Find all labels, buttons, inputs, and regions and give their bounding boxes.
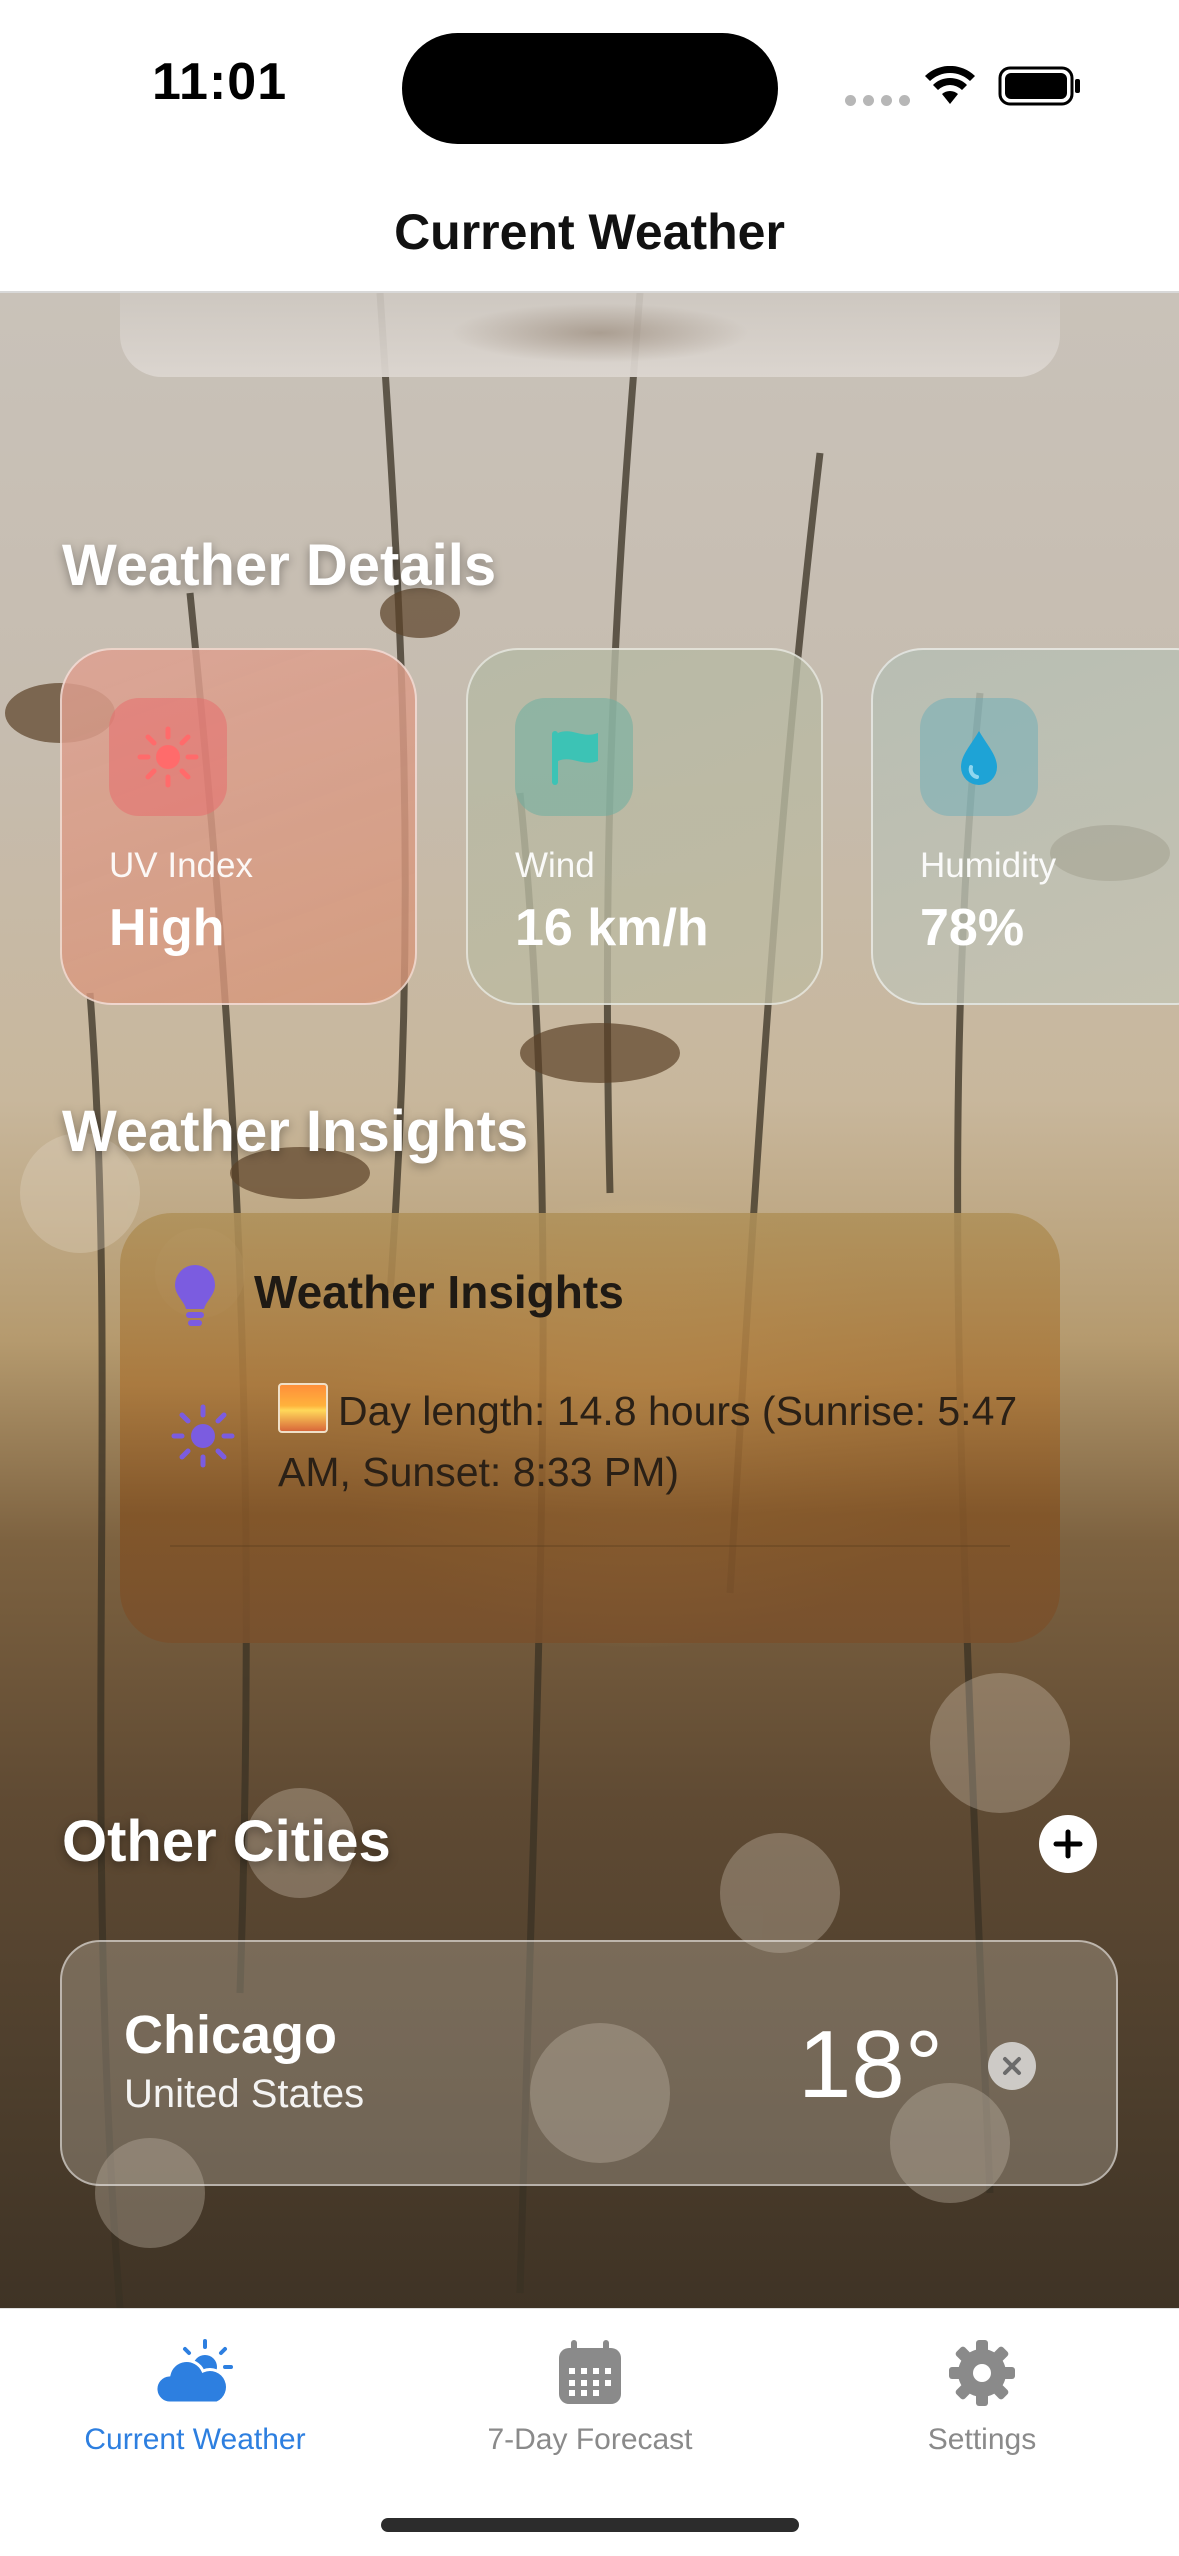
lightbulb-icon [175,1265,215,1326]
sunrise-emoji-icon [278,1383,328,1433]
weather-details-title: Weather Details [62,533,497,598]
sun-icon [109,698,227,816]
tab-settings[interactable]: Settings [832,2333,1132,2457]
city-country: United States [124,2072,365,2116]
uv-index-value: High [109,899,225,957]
drop-icon [920,698,1038,816]
day-length-text: Day length: 14.8 hours (Sunrise: 5:47 AM… [278,1388,1018,1495]
wind-value: 16 km/h [515,899,709,957]
tab-current-weather[interactable]: Current Weather [45,2333,345,2457]
wind-label: Wind [515,846,595,885]
home-indicator[interactable] [381,2518,799,2532]
calendar-icon [440,2333,740,2413]
insights-card-title: Weather Insights [254,1266,624,1318]
tab-label: Settings [927,2423,1037,2456]
sun-icon [171,1404,235,1468]
tab-label: Current Weather [84,2423,306,2456]
humidity-card[interactable]: Humidity 78% [871,648,1179,1005]
add-city-button[interactable] [1039,1815,1097,1873]
cloud-sun-icon [45,2333,345,2413]
weather-insights-card: Weather Insights Day length: 14.8 hours … [120,1213,1060,1643]
humidity-label: Humidity [920,846,1057,885]
close-icon [1003,2057,1021,2075]
weather-insights-title: Weather Insights [62,1099,529,1164]
current-weather-card [120,293,1060,377]
battery-icon [998,66,1080,106]
page-title: Current Weather [394,204,785,260]
city-temperature: 18° [798,2011,944,2118]
status-bar: 11:01 [0,0,1179,175]
city-name: Chicago [124,2005,338,2065]
tab-7-day-forecast[interactable]: 7-Day Forecast [440,2333,740,2457]
uv-index-label: UV Index [109,846,253,885]
remove-city-button[interactable] [988,2042,1036,2090]
cellular-signal-icon [845,95,910,106]
city-card-chicago[interactable]: Chicago United States 18° [60,1940,1118,2186]
dynamic-island [402,33,778,144]
day-length-insight: Day length: 14.8 hours (Sunrise: 5:47 AM… [278,1381,1018,1503]
uv-index-card[interactable]: UV Index High [60,648,417,1005]
wind-card[interactable]: Wind 16 km/h [466,648,823,1005]
tab-label: 7-Day Forecast [487,2423,693,2456]
status-time: 11:01 [152,53,288,111]
other-cities-title: Other Cities [62,1809,391,1874]
flag-icon [515,698,633,816]
wifi-icon [925,66,975,104]
divider [170,1545,1010,1547]
humidity-value: 78% [920,899,1025,957]
navigation-bar: Current Weather [0,175,1179,293]
plus-icon [1053,1829,1083,1859]
gear-icon [832,2333,1132,2413]
